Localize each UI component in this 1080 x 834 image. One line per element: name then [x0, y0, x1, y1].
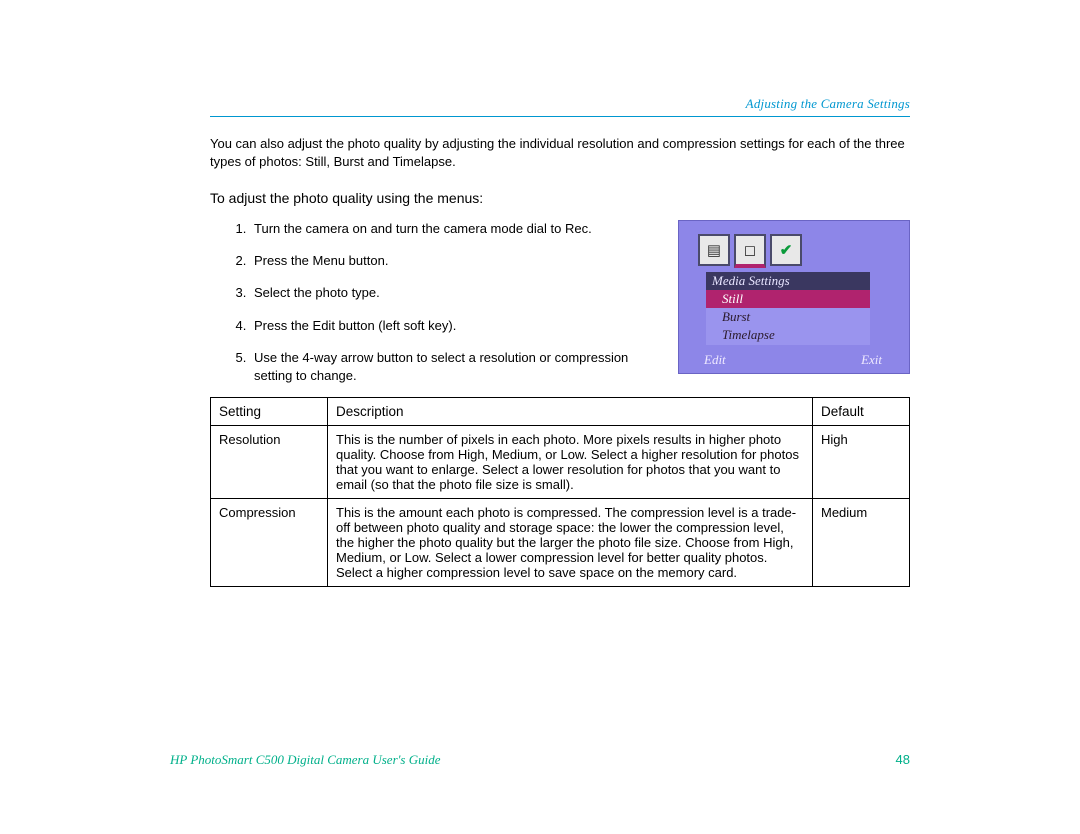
step-em: Edit: [313, 318, 335, 333]
steps-list: Turn the camera on and turn the camera m…: [210, 220, 650, 385]
setting-name: Compression: [211, 499, 328, 587]
menu-item-burst: Burst: [706, 308, 870, 326]
document-page: Adjusting the Camera Settings You can al…: [0, 0, 1080, 587]
step-text: button (left soft key).: [335, 318, 456, 333]
step-item: Press the Menu button.: [250, 252, 650, 270]
step-text: Press the: [254, 253, 313, 268]
page-footer: HP PhotoSmart C500 Digital Camera User's…: [170, 752, 910, 768]
step-text: Press the: [254, 318, 313, 333]
menu-item-timelapse: Timelapse: [706, 326, 870, 344]
step-text: Turn the camera on and turn the camera m…: [254, 221, 565, 236]
table-header: Default: [813, 398, 910, 426]
table-header-row: Setting Description Default: [211, 398, 910, 426]
menu-header: Media Settings: [706, 272, 870, 290]
step-item: Select the photo type.: [250, 284, 650, 302]
table-header: Description: [328, 398, 813, 426]
step-em: Rec: [565, 221, 588, 236]
step-item: Turn the camera on and turn the camera m…: [250, 220, 650, 238]
step-em: Menu: [313, 253, 346, 268]
lcd-softkeys: Edit Exit: [704, 352, 882, 368]
softkey-left: Edit: [704, 352, 726, 368]
setting-description: This is the amount each photo is compres…: [328, 499, 813, 587]
lcd-toolbar: ▤ ◻ ✔: [698, 234, 802, 268]
softkey-right: Exit: [861, 352, 882, 368]
camera-icon: ◻: [734, 234, 766, 268]
table-row: Compression This is the amount each phot…: [211, 499, 910, 587]
setting-default: High: [813, 426, 910, 499]
step-text: button.: [345, 253, 388, 268]
setting-description: This is the number of pixels in each pho…: [328, 426, 813, 499]
intro-paragraph: You can also adjust the photo quality by…: [210, 135, 910, 170]
settings-table: Setting Description Default Resolution T…: [210, 397, 910, 587]
step-text: .: [588, 221, 592, 236]
table-header: Setting: [211, 398, 328, 426]
setting-default: Medium: [813, 499, 910, 587]
table-row: Resolution This is the number of pixels …: [211, 426, 910, 499]
menu-item-still: Still: [706, 290, 870, 308]
content-row: Turn the camera on and turn the camera m…: [210, 220, 910, 385]
step-item: Press the Edit button (left soft key).: [250, 317, 650, 335]
header-rule: [210, 116, 910, 117]
footer-guide-title: HP PhotoSmart C500 Digital Camera User's…: [170, 752, 441, 768]
footer-page-number: 48: [896, 752, 910, 768]
step-text: Use the 4-way arrow button to select a r…: [254, 350, 628, 383]
subheading: To adjust the photo quality using the me…: [210, 190, 910, 206]
step-text: Select the photo type.: [254, 285, 380, 300]
camera-lcd-screenshot: ▤ ◻ ✔ Media Settings Still Burst Timelap…: [678, 220, 910, 374]
check-icon: ✔: [770, 234, 802, 266]
step-item: Use the 4-way arrow button to select a r…: [250, 349, 650, 385]
document-icon: ▤: [698, 234, 730, 266]
section-header: Adjusting the Camera Settings: [210, 96, 910, 112]
setting-name: Resolution: [211, 426, 328, 499]
lcd-menu: Media Settings Still Burst Timelapse: [706, 272, 870, 345]
